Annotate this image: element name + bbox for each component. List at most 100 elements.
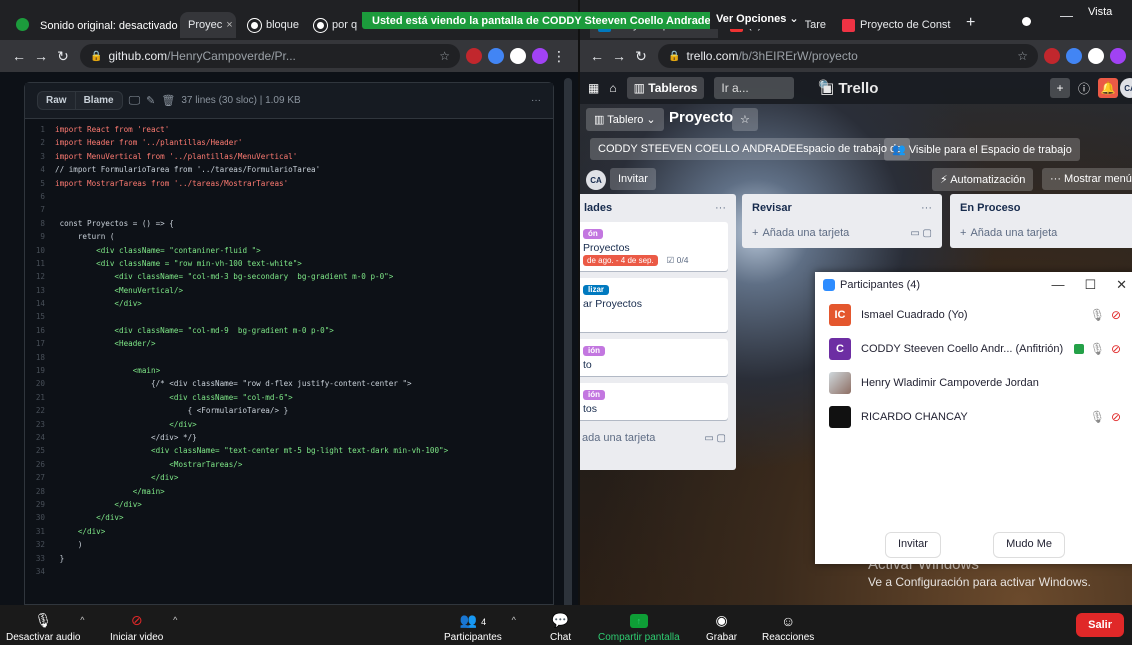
star-board-button[interactable]: ☆ [732, 108, 758, 131]
chevron-up-icon[interactable]: ^ [512, 615, 516, 625]
line-number[interactable]: 15 [25, 310, 55, 323]
profile-icon[interactable] [1110, 48, 1126, 64]
forward-icon[interactable]: → [608, 48, 630, 64]
close-icon[interactable]: × [222, 19, 232, 31]
more-options-button[interactable]: ··· [531, 95, 541, 106]
line-number[interactable]: 29 [25, 498, 55, 511]
line-number[interactable]: 3 [25, 150, 55, 163]
participant-row[interactable]: Henry Wladimir Campoverde Jordan [815, 366, 1132, 400]
profile-icon[interactable] [532, 48, 548, 64]
participant-row[interactable]: IC Ismael Cuadrado (Yo) 🎙 ⊘ [815, 298, 1132, 332]
line-number[interactable]: 12 [25, 270, 55, 283]
notification-icon[interactable]: 🔔 [1098, 78, 1118, 98]
line-number[interactable]: 5 [25, 177, 55, 190]
record-button[interactable]: ◉ Grabar [706, 605, 737, 645]
line-number[interactable]: 24 [25, 431, 55, 444]
close-icon[interactable]: ✕ [1116, 277, 1127, 293]
list-menu-icon[interactable]: ··· [921, 202, 932, 214]
card[interactable]: lizar ar Proyectos [580, 278, 728, 332]
template-icon[interactable]: ▭ ▢ [704, 433, 726, 444]
line-number[interactable]: 11 [25, 257, 55, 270]
url-input[interactable]: 🔒 github.com/HenryCampoverde/Pr... ☆ [80, 44, 460, 68]
reload-icon[interactable]: ↻ [52, 48, 74, 65]
line-number[interactable]: 27 [25, 471, 55, 484]
chat-button[interactable]: 💬 Chat [550, 605, 571, 645]
extension-icon[interactable] [488, 48, 504, 64]
reload-icon[interactable]: ↻ [630, 48, 652, 65]
card[interactable]: ión to [580, 339, 728, 376]
line-number[interactable]: 13 [25, 284, 55, 297]
line-number[interactable]: 8 [25, 217, 55, 230]
forward-icon[interactable]: → [30, 48, 52, 64]
line-number[interactable]: 2 [25, 136, 55, 149]
search-input[interactable]: Ir a... [714, 77, 795, 99]
line-number[interactable]: 26 [25, 458, 55, 471]
back-icon[interactable]: ← [8, 48, 30, 64]
extension-icon[interactable] [466, 48, 482, 64]
visibility-button[interactable]: 👥 Visible para el Espacio de trabajo [884, 138, 1080, 161]
scrollbar[interactable] [564, 78, 572, 618]
workspace-button[interactable]: CODDY STEEVEN COELLO ANDRADEEspacio de t… [590, 138, 911, 160]
line-number[interactable]: 14 [25, 297, 55, 310]
add-card-button[interactable]: + Añada una tarjeta [950, 222, 1132, 244]
invite-button[interactable]: Invitar [885, 532, 941, 558]
boards-button[interactable]: ▥ Tableros [626, 77, 705, 99]
card[interactable]: ón Proyectos de ago. - 4 de sep. ☑ 0/4 [580, 222, 728, 271]
mute-me-button[interactable]: Mudo Me [993, 532, 1065, 558]
minimize-icon[interactable]: — [1060, 8, 1073, 23]
url-input[interactable]: 🔒 trello.com/b/3hEIRErW/proyecto ☆ [658, 44, 1038, 68]
close-icon[interactable]: × [951, 19, 955, 31]
create-icon[interactable]: + [1050, 78, 1070, 98]
member-avatar[interactable]: CA [586, 170, 606, 190]
apps-grid-icon[interactable]: ▦ [588, 81, 599, 95]
view-options-button[interactable]: Ver Opciones ⌄ [710, 12, 805, 29]
line-number[interactable]: 23 [25, 418, 55, 431]
list-menu-icon[interactable]: ··· [715, 202, 726, 214]
pencil-icon[interactable]: ✎ [146, 94, 155, 107]
line-number[interactable]: 4 [25, 163, 55, 176]
line-number[interactable]: 34 [25, 565, 55, 578]
line-number[interactable]: 7 [25, 203, 55, 216]
minimize-icon[interactable]: — [1051, 277, 1064, 293]
line-number[interactable]: 32 [25, 538, 55, 551]
raw-button[interactable]: Raw [37, 91, 76, 110]
extension-icon[interactable] [1066, 48, 1082, 64]
line-number[interactable]: 9 [25, 230, 55, 243]
invite-button[interactable]: Invitar [610, 168, 656, 190]
line-number[interactable]: 33 [25, 552, 55, 565]
line-number[interactable]: 16 [25, 324, 55, 337]
add-card-button[interactable]: + Añada una tarjeta ▭ ▢ [742, 222, 942, 244]
show-menu-button[interactable]: ··· Mostrar menú [1042, 168, 1132, 190]
line-number[interactable]: 31 [25, 525, 55, 538]
extension-icon[interactable] [1044, 48, 1060, 64]
line-number[interactable]: 22 [25, 404, 55, 417]
line-number[interactable]: 18 [25, 351, 55, 364]
blame-button[interactable]: Blame [74, 91, 123, 110]
star-icon[interactable]: ☆ [1017, 49, 1028, 63]
automation-button[interactable]: ⚡ Automatización [932, 168, 1034, 191]
card[interactable]: ión tos [580, 383, 728, 420]
star-icon[interactable]: ☆ [439, 49, 450, 63]
menu-dots-icon[interactable]: ⋮ [548, 48, 570, 65]
add-card-button[interactable]: ada una tarjeta ▭ ▢ [580, 427, 736, 449]
line-number[interactable]: 1 [25, 123, 55, 136]
line-number[interactable]: 19 [25, 364, 55, 377]
line-number[interactable]: 17 [25, 337, 55, 350]
reactions-button[interactable]: ☺ Reacciones [762, 605, 814, 645]
participant-row[interactable]: C CODDY Steeven Coello Andr... (Anfitrió… [815, 332, 1132, 366]
start-video-button[interactable]: ⊘ Iniciar video ^ [110, 605, 177, 645]
tab-proyec[interactable]: Proyec × [180, 12, 236, 38]
line-number[interactable]: 21 [25, 391, 55, 404]
chevron-up-icon[interactable]: ^ [80, 615, 84, 625]
back-icon[interactable]: ← [586, 48, 608, 64]
chevron-up-icon[interactable]: ^ [173, 615, 177, 625]
participants-button[interactable]: 👥 4 Participantes ^ [444, 605, 516, 645]
maximize-icon[interactable]: ☐ [1084, 277, 1096, 293]
info-icon[interactable]: ⓘ [1074, 78, 1094, 98]
share-screen-button[interactable]: ↑ Compartir pantalla [598, 605, 680, 645]
puzzle-icon[interactable] [510, 48, 526, 64]
line-number[interactable]: 10 [25, 244, 55, 257]
desktop-icon[interactable]: 🖵 [129, 93, 141, 108]
line-number[interactable]: 20 [25, 377, 55, 390]
tab-bloque[interactable]: bloque × [240, 12, 302, 38]
